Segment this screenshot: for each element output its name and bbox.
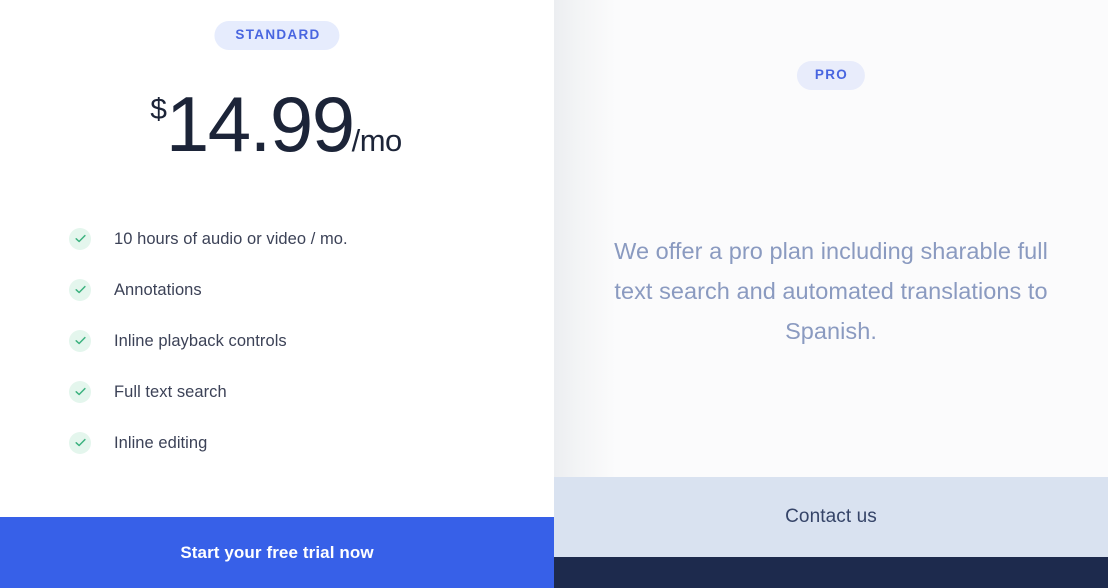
start-free-trial-button[interactable]: Start your free trial now	[0, 517, 554, 588]
feature-label: Inline editing	[114, 433, 208, 452]
footer-band	[554, 557, 1108, 588]
list-item: Full text search	[69, 377, 509, 406]
standard-plan-badge: STANDARD	[214, 21, 340, 50]
check-icon	[69, 329, 91, 352]
pricing-plans-container: STANDARD $14.99/mo 10 hours of audio or …	[0, 0, 1108, 588]
feature-label: Inline playback controls	[114, 331, 287, 350]
standard-plan-price: $14.99/mo	[0, 79, 554, 170]
price-currency-symbol: $	[150, 93, 167, 126]
contact-us-button[interactable]: Contact us	[554, 477, 1108, 557]
standard-plan-body: STANDARD $14.99/mo 10 hours of audio or …	[0, 0, 554, 517]
check-icon	[69, 278, 91, 301]
pro-plan-card: PRO We offer a pro plan including sharab…	[554, 0, 1108, 588]
pro-plan-badge: PRO	[796, 61, 866, 90]
check-icon	[69, 431, 91, 454]
standard-plan-feature-list: 10 hours of audio or video / mo. Annotat…	[69, 224, 509, 479]
list-item: Annotations	[69, 275, 509, 304]
standard-plan-card: STANDARD $14.99/mo 10 hours of audio or …	[0, 0, 554, 588]
feature-label: 10 hours of audio or video / mo.	[114, 229, 348, 248]
price-period: /mo	[351, 123, 403, 158]
feature-label: Annotations	[114, 280, 202, 299]
feature-label: Full text search	[114, 382, 227, 401]
check-icon	[69, 380, 91, 403]
pro-plan-description: We offer a pro plan including sharable f…	[614, 237, 1048, 344]
check-icon	[69, 227, 91, 250]
list-item: Inline playback controls	[69, 326, 509, 355]
list-item: Inline editing	[69, 428, 509, 457]
price-amount: 14.99	[165, 80, 355, 168]
list-item: 10 hours of audio or video / mo.	[69, 224, 509, 253]
